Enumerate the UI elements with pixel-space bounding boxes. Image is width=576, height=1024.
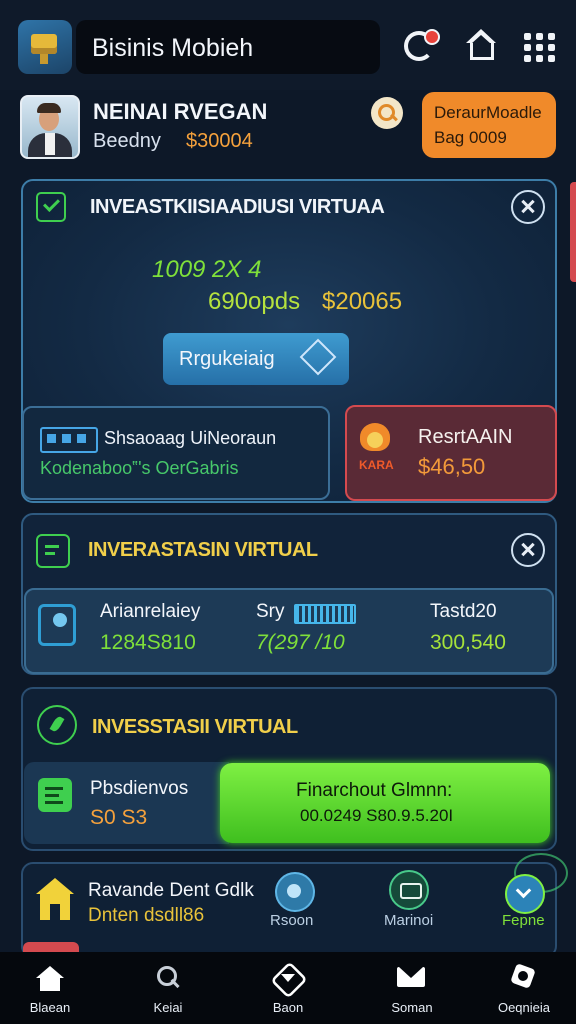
card4-title: Ravande Dent Gdlk [88, 880, 254, 901]
financial-action-button[interactable] [220, 763, 550, 843]
nav-center[interactable]: Baon [240, 952, 336, 1024]
nav-search[interactable]: Keiai [120, 952, 216, 1024]
profile-action-line1: DeraurMoadle [434, 103, 542, 122]
financial-button-line2: 00.0249 S80.9.5.20I [300, 806, 454, 825]
card1-title: INVEASTKIISIAADIUSI VIRTUAA [90, 196, 385, 218]
card2-meter-icon [294, 604, 356, 624]
document-icon [36, 534, 70, 568]
gem-icon [299, 338, 337, 376]
financial-button-line1: Finarchout Glmnn: [296, 780, 453, 801]
card3-title: INVESSTASII VIRTUAL [92, 716, 298, 738]
flame-core [367, 432, 383, 448]
card1-units: 690opds [208, 288, 301, 315]
dashboard-icon [40, 427, 98, 453]
card2-col1-label: Arianrelaiey [100, 601, 201, 622]
card1-red-panel[interactable] [345, 405, 557, 501]
next-card-peek [23, 942, 79, 952]
card3-left-label: Pbsdienvos [90, 778, 189, 799]
check-icon[interactable] [36, 192, 66, 222]
nav-center-label: Baon [272, 1000, 304, 1015]
nav-mail-label: Soman [391, 1000, 433, 1015]
app-logo-icon[interactable] [18, 20, 72, 74]
card1-amount: 1009 2X 4 [152, 256, 262, 283]
card2-col2-value: 7(297 /10 [256, 631, 345, 654]
search-icon[interactable] [371, 97, 403, 129]
close-icon[interactable] [511, 190, 545, 224]
check-down-icon[interactable] [505, 874, 545, 914]
card2-title: INVERASTASIN VIRTUAL [88, 539, 318, 561]
register-button[interactable]: Rrgukeiaig [163, 333, 349, 385]
card2-col2-label: Sry [256, 601, 285, 622]
card4-subtitle: Dnten dsdll86 [88, 905, 205, 926]
card1-sub-text: Kodenaboo‟'s OerGabris [40, 458, 239, 478]
nav-mail[interactable]: Soman [364, 952, 460, 1024]
marine-icon[interactable] [389, 870, 429, 910]
card4-btn2-label: Marinoi [384, 912, 434, 929]
grid-menu-icon[interactable] [522, 27, 562, 67]
leaf-icon [37, 705, 77, 745]
avatar[interactable] [20, 95, 80, 159]
nav-settings[interactable]: Oeqnieia [476, 952, 572, 1024]
close-icon[interactable] [511, 533, 545, 567]
register-button-label: Rrgukeiaig [179, 348, 275, 370]
red-panel-value: $46,50 [418, 454, 486, 479]
card2-col3-value: 300,540 [430, 631, 506, 654]
card4-btn1-label: Rsoon [270, 912, 314, 929]
profile-action-button[interactable]: DeraurMoadle Bag 0009 [422, 92, 556, 158]
card1-price: $20065 [322, 288, 403, 315]
app-title-box: Bisinis Mobieh [76, 20, 380, 74]
notes-icon [38, 778, 72, 812]
card1-sub-panel[interactable] [22, 406, 330, 500]
house-icon [36, 878, 74, 920]
balance-value: $30004 [186, 130, 253, 152]
card2-col1-value: 1284S810 [100, 631, 196, 654]
nav-home-label: Blaean [29, 1000, 71, 1015]
profile-action-line2: Bag 0009 [434, 128, 507, 147]
nav-search-label: Keiai [153, 1000, 183, 1015]
nav-home[interactable]: Blaean [2, 952, 98, 1024]
card2-col3-label: Tastd20 [430, 601, 497, 622]
side-panel-peek [570, 182, 576, 282]
card3-left-value: S0 S3 [90, 806, 148, 829]
sync-alert-icon[interactable] [400, 27, 440, 67]
profile-name: NEINAI RVEGAN [93, 99, 268, 124]
card1-sub-title: Shsaoaag UiNeoraun [104, 428, 277, 448]
reason-icon[interactable] [275, 872, 315, 912]
nav-settings-label: Oeqnieia [497, 1000, 551, 1015]
app-title: Bisinis Mobieh [92, 34, 254, 62]
red-tag: KARA [359, 458, 394, 472]
home-icon[interactable] [462, 27, 502, 67]
gear-icon [38, 604, 76, 646]
balance-label: Beedny [93, 130, 161, 152]
card4-btn3-label: Fepne [502, 912, 545, 929]
red-panel-title: ResrtAAIN [418, 426, 513, 448]
